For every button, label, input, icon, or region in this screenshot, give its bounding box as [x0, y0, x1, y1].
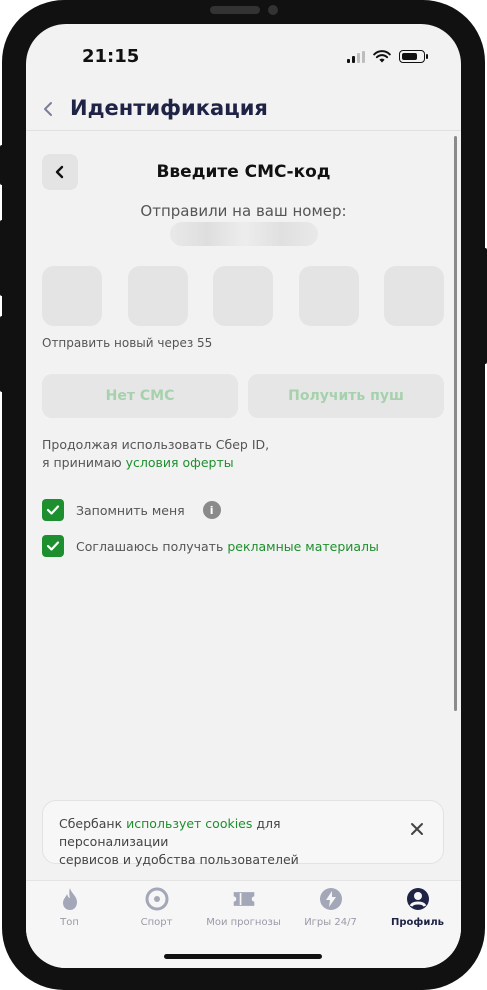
side-button: [0, 316, 4, 392]
status-time: 21:15: [82, 46, 140, 67]
consent-line-2: я принимаю условия оферты: [42, 454, 269, 472]
wifi-icon: [373, 50, 391, 63]
info-icon[interactable]: i: [202, 501, 221, 519]
remember-me-row: Запомнить меня i: [42, 499, 221, 521]
ads-consent-label: Соглашаюсь получать рекламные материалы: [76, 539, 379, 554]
battery-icon: [399, 50, 428, 63]
signal-icon: [347, 51, 365, 63]
screen: 21:15 Идентификация Введите СМС-код Отпр…: [26, 24, 461, 968]
sms-title: Введите СМС-код: [156, 162, 331, 182]
resend-timer: Отправить новый через 55: [42, 336, 213, 350]
nav-item-my-predictions[interactable]: Мои прогнозы: [200, 887, 287, 928]
code-digit-input[interactable]: [42, 266, 102, 326]
remember-me-checkbox[interactable]: [42, 499, 64, 521]
nav-label: Мои прогнозы: [206, 917, 281, 928]
nav-label: Спорт: [140, 917, 173, 928]
get-push-button[interactable]: Получить пуш: [248, 374, 444, 418]
ads-materials-link[interactable]: рекламные материалы: [227, 539, 379, 554]
header-divider: [26, 130, 461, 131]
page-title: Идентификация: [70, 96, 268, 120]
consent-line-1: Продолжая использовать Сбер ID,: [42, 437, 270, 452]
cookie-banner: Сбербанк использует cookies для персонал…: [42, 800, 444, 867]
back-arrow-icon[interactable]: [40, 98, 56, 120]
code-input-row: [42, 266, 444, 326]
nav-label: Игры 24/7: [304, 917, 357, 928]
profile-icon: [406, 887, 430, 911]
cookie-line-1: Сбербанк использует cookies для персонал…: [59, 815, 393, 851]
side-button: [0, 145, 4, 185]
target-icon: [145, 887, 169, 911]
camera: [268, 5, 278, 15]
ads-consent-row: Соглашаюсь получать рекламные материалы: [42, 535, 379, 557]
ads-consent-prefix: Соглашаюсь получать: [76, 538, 228, 554]
code-digit-input[interactable]: [127, 266, 188, 326]
nav-label: Топ: [60, 917, 79, 928]
nav-item-sport[interactable]: Спорт: [113, 887, 200, 928]
side-button: [0, 220, 4, 296]
consent-text: Продолжая использовать Сбер ID, я приним…: [42, 436, 269, 472]
check-icon: [46, 505, 60, 515]
status-icons: [347, 50, 428, 63]
header: Идентификация: [26, 86, 461, 132]
cookie-prefix: Сбербанк: [59, 816, 127, 831]
nav-item-top[interactable]: Топ: [26, 887, 113, 928]
no-sms-button[interactable]: Нет СМС: [42, 374, 238, 418]
nav-label: Профиль: [391, 917, 444, 928]
cookie-line-2: сервисов и удобства пользователей: [59, 852, 299, 867]
nav-item-games[interactable]: Игры 24/7: [287, 887, 374, 928]
scrollbar[interactable]: [454, 136, 457, 711]
close-icon[interactable]: [409, 821, 425, 837]
home-indicator[interactable]: [164, 954, 322, 959]
nav-item-profile[interactable]: Профиль: [374, 887, 461, 928]
side-button: [483, 248, 487, 364]
check-icon: [46, 541, 60, 551]
sent-label: Отправили на ваш номер:: [140, 202, 347, 220]
speaker: [210, 6, 260, 14]
code-digit-input[interactable]: [213, 266, 273, 326]
consent-prefix: я принимаю: [42, 455, 126, 470]
lightning-icon: [319, 887, 343, 911]
flame-icon: [58, 887, 82, 911]
remember-me-label: Запомнить меня: [76, 502, 185, 518]
masked-phone-number: [170, 222, 318, 246]
action-row: Нет СМС Получить пуш: [42, 374, 444, 418]
cookies-link[interactable]: использует cookies: [126, 816, 252, 831]
ticket-icon: [232, 887, 256, 911]
code-digit-input[interactable]: [298, 266, 359, 326]
ads-consent-checkbox[interactable]: [42, 535, 64, 557]
code-digit-input[interactable]: [384, 266, 444, 326]
offer-terms-link[interactable]: условия оферты: [126, 455, 234, 470]
